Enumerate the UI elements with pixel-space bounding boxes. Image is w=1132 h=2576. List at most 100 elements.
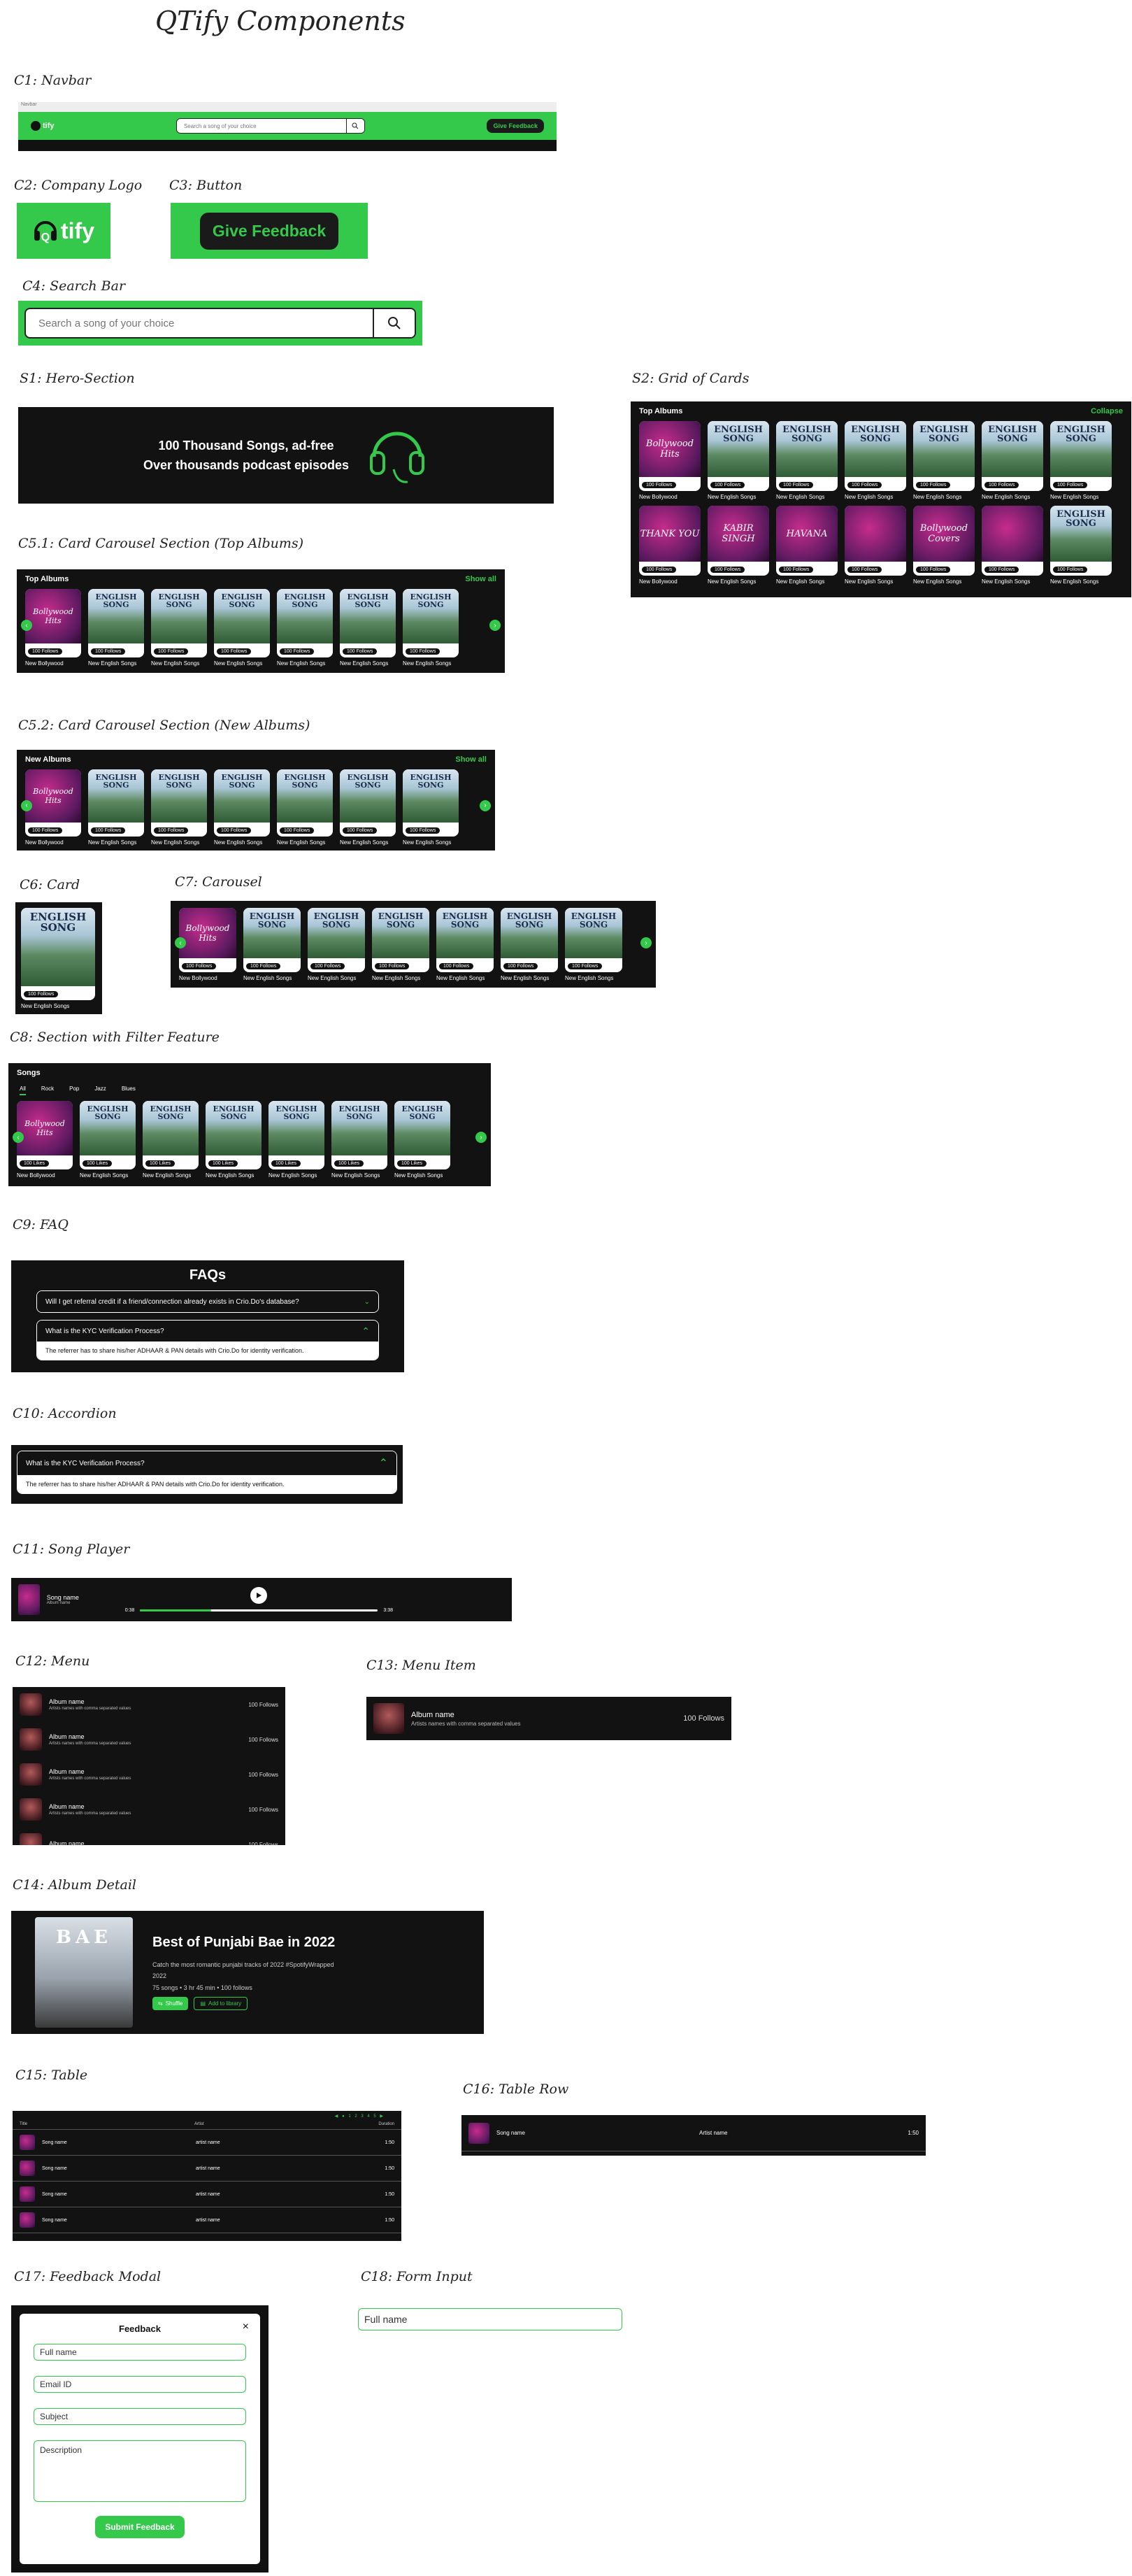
navbar-logo[interactable]: tify	[31, 121, 55, 131]
album-card[interactable]: THANK YOU 100 Follows New Bollywood	[639, 506, 701, 585]
menu-item[interactable]: Album name Artists names with comma sepa…	[366, 1697, 731, 1740]
search-icon[interactable]	[373, 309, 415, 337]
menu-item[interactable]: Album name 100 Follows	[13, 1827, 285, 1845]
song-player: Song name Album name 0:38 3:38	[11, 1578, 512, 1621]
album-card[interactable]: ENGLISH SONG 100 Follows New English Songs	[21, 908, 95, 1009]
menu-item[interactable]: Album name Artists names with comma separ…	[13, 1757, 285, 1792]
album-card[interactable]: Bollywood Hits 100 Follows New Bollywood	[179, 908, 236, 981]
chevron-left-icon[interactable]: ‹	[175, 937, 186, 948]
album-card[interactable]: 100 Follows New English Songs	[845, 506, 906, 585]
album-card[interactable]: ENGLISH SONG 100 Follows New English Songs	[708, 421, 769, 500]
album-card[interactable]: ENGLISH SONG 100 Follows New English Songs	[214, 589, 270, 667]
album-card[interactable]: 100 Follows New English Songs	[982, 506, 1043, 585]
card[interactable]: ENGLISH SONG 100 Follows New English Songs	[21, 908, 96, 1009]
grid-collapse-button[interactable]: Collapse	[1091, 407, 1123, 415]
table-row[interactable]: Song name artist name 1:50	[13, 2156, 401, 2182]
album-card[interactable]: ENGLISH SONG 100 Follows New English Songs	[340, 589, 396, 667]
top-albums-show-all[interactable]: Show all	[465, 575, 496, 583]
form-input[interactable]: Full name	[358, 2308, 622, 2331]
album-card[interactable]: ENGLISH SONG 100 Follows New English Songs	[243, 908, 301, 981]
email-field[interactable]: Email ID	[34, 2376, 246, 2393]
album-card[interactable]: ENGLISH SONG 100 Follows New English Songs	[308, 908, 365, 981]
album-card[interactable]: Bollywood Hits 100 Follows New Bollywood	[25, 769, 81, 846]
chevron-right-icon[interactable]: ›	[480, 799, 491, 811]
album-card[interactable]: ENGLISH SONG 100 Follows New English Songs	[845, 421, 906, 500]
album-card[interactable]: ENGLISH SONG 100 Follows New English Songs	[565, 908, 622, 981]
table-row[interactable]: Song name artist name 1:50	[13, 2130, 401, 2156]
navbar-search-input[interactable]	[176, 119, 346, 133]
album-card[interactable]: ENGLISH SONG 100 Likes New English Songs	[331, 1101, 387, 1179]
chevron-left-icon[interactable]: ‹	[21, 799, 32, 811]
album-card[interactable]: ENGLISH SONG 100 Follows New English Songs	[913, 421, 975, 500]
progress-bar[interactable]	[140, 1609, 378, 1611]
add-to-library-button[interactable]: ▤ Add to library	[194, 1997, 248, 2010]
row-artist: artist name	[196, 2217, 220, 2223]
menu-item-follows: 100 Follows	[248, 1841, 278, 1846]
filter-tab-rock[interactable]: Rock	[41, 1086, 54, 1095]
table-row[interactable]: Song name Artist name 1:50	[461, 2115, 926, 2151]
album-card[interactable]: KABIR SINGH 100 Follows New English Songs	[708, 506, 769, 585]
album-card[interactable]: HAVANA 100 Follows New English Songs	[776, 506, 838, 585]
album-card[interactable]: ENGLISH SONG 100 Follows New English Songs	[776, 421, 838, 500]
album-card[interactable]: ENGLISH SONG 100 Follows New English Songs	[277, 769, 333, 846]
filter-tab-pop[interactable]: Pop	[69, 1086, 79, 1095]
table-row[interactable]: Song name artist name 1:50	[13, 2207, 401, 2233]
album-card[interactable]: Bollywood Covers 100 Follows New English S…	[913, 506, 975, 585]
close-icon[interactable]: ×	[243, 2321, 249, 2333]
album-card[interactable]: ENGLISH SONG 100 Follows New English Songs	[88, 769, 144, 846]
filter-tab-all[interactable]: All	[20, 1086, 26, 1095]
search-icon[interactable]	[345, 119, 364, 133]
album-art: ENGLISH SONG	[277, 589, 333, 643]
album-card[interactable]: ENGLISH SONG 100 Likes New English Songs	[206, 1101, 261, 1179]
album-card[interactable]: ENGLISH SONG 100 Follows New English Songs	[1050, 506, 1112, 585]
faq-item[interactable]: Will I get referral credit if a friend/c…	[36, 1290, 379, 1313]
filter-tab-blues[interactable]: Blues	[122, 1086, 136, 1095]
album-card[interactable]: ENGLISH SONG 100 Follows New English Songs	[340, 769, 396, 846]
menu-item[interactable]: Album name Artists names with comma separ…	[13, 1687, 285, 1722]
new-albums-show-all[interactable]: Show all	[455, 755, 487, 764]
album-card[interactable]: ENGLISH SONG 100 Follows New English Songs	[501, 908, 558, 981]
chevron-right-icon[interactable]: ›	[475, 1132, 487, 1144]
chevron-right-icon[interactable]: ›	[489, 620, 501, 632]
card-caption: New English Songs	[708, 494, 757, 500]
album-card[interactable]: ENGLISH SONG 100 Likes New English Songs	[80, 1101, 136, 1179]
album-card[interactable]: ENGLISH SONG 100 Follows New English Songs	[88, 589, 144, 667]
album-card[interactable]: ENGLISH SONG 100 Likes New English Songs	[394, 1101, 450, 1179]
submit-feedback-button[interactable]: Submit Feedback	[95, 2516, 185, 2538]
album-card[interactable]: ENGLISH SONG 100 Follows New English Songs	[277, 589, 333, 667]
chevron-right-icon[interactable]: ›	[640, 937, 652, 948]
accordion[interactable]: What is the KYC Verification Process? ⌃ T…	[17, 1451, 397, 1494]
album-card[interactable]: ENGLISH SONG 100 Follows New English Songs	[403, 769, 459, 846]
album-card[interactable]: ENGLISH SONG 100 Likes New English Songs	[268, 1101, 324, 1179]
album-card[interactable]: Bollywood Hits 100 Likes New Bollywood	[17, 1101, 73, 1179]
search-input[interactable]	[26, 309, 373, 337]
full-name-field[interactable]: Full name	[34, 2344, 246, 2361]
menu-item[interactable]: Album name Artists names with comma separ…	[13, 1792, 285, 1827]
table-pager[interactable]: ◀ ● 1 2 3 4 5 ▶	[13, 2114, 401, 2119]
filter-tab-jazz[interactable]: Jazz	[94, 1086, 106, 1095]
album-card[interactable]: ENGLISH SONG 100 Likes New English Songs	[143, 1101, 199, 1179]
give-feedback-button[interactable]: Give Feedback	[199, 212, 339, 250]
album-card[interactable]: ENGLISH SONG 100 Follows New English Songs	[372, 908, 429, 981]
card-caption: New English Songs	[403, 839, 452, 846]
card-box: Bollywood Hits 100 Follows	[639, 421, 701, 491]
shuffle-button[interactable]: ⇆ Shuffle	[152, 1997, 189, 2010]
album-card[interactable]: ENGLISH SONG 100 Follows New English Songs	[982, 421, 1043, 500]
album-card[interactable]: ENGLISH SONG 100 Follows New English Songs	[1050, 421, 1112, 500]
album-card[interactable]: ENGLISH SONG 100 Follows New English Songs	[214, 769, 270, 846]
album-card[interactable]: ENGLISH SONG 100 Follows New English Songs	[436, 908, 494, 981]
menu-item-sub: Artists names with comma separated value…	[49, 1742, 131, 1746]
menu-item[interactable]: Album name Artists names with comma separ…	[13, 1722, 285, 1757]
navbar-feedback-button[interactable]: Give Feedback	[487, 119, 544, 133]
album-card[interactable]: ENGLISH SONG 100 Follows New English Songs	[151, 589, 207, 667]
subject-field[interactable]: Subject	[34, 2408, 246, 2425]
album-card[interactable]: Bollywood Hits 100 Follows New Bollywood	[639, 421, 701, 500]
faq-item[interactable]: What is the KYC Verification Process? ⌃ T…	[36, 1320, 379, 1360]
play-icon[interactable]	[250, 1586, 268, 1604]
follows-chip: 100 Follows	[217, 827, 252, 834]
table-row[interactable]: Song name artist name 1:50	[13, 2182, 401, 2207]
album-card[interactable]: Bollywood Hits 100 Follows New Bollywood	[25, 589, 81, 667]
description-field[interactable]: Description	[34, 2440, 246, 2502]
album-card[interactable]: ENGLISH SONG 100 Follows New English Songs	[151, 769, 207, 846]
album-card[interactable]: ENGLISH SONG 100 Follows New English Songs	[403, 589, 459, 667]
